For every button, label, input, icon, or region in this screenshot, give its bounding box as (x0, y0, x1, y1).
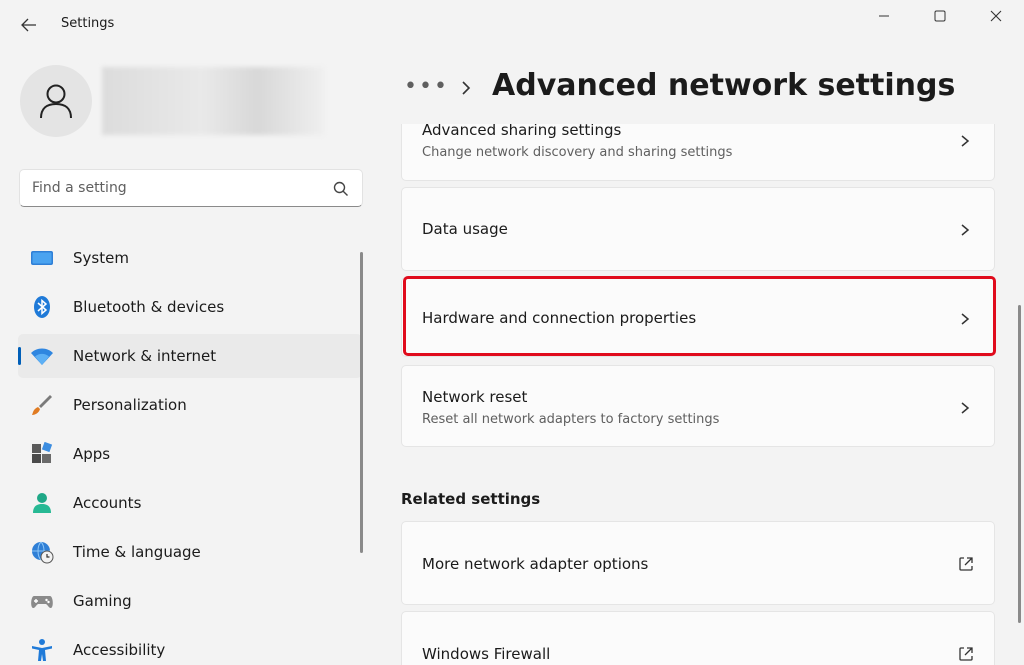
chevron-right-icon (462, 81, 471, 95)
sidebar-scrollbar[interactable] (360, 252, 363, 553)
card-windows-firewall[interactable]: Windows Firewall (401, 611, 995, 665)
sidebar-item-label: Apps (73, 445, 111, 463)
title-bar: Settings (0, 0, 1024, 50)
wifi-icon (31, 348, 53, 365)
close-button[interactable] (968, 0, 1024, 32)
paintbrush-icon (32, 395, 52, 415)
external-link-icon (959, 557, 973, 571)
external-link-icon (959, 647, 973, 661)
globe-clock-icon (32, 541, 54, 564)
minimize-button[interactable] (856, 0, 912, 32)
app-title: Settings (61, 16, 115, 31)
card-subtitle: Change network discovery and sharing set… (422, 145, 733, 160)
chevron-right-icon (961, 135, 970, 147)
sidebar-item-apps[interactable]: Apps (18, 432, 362, 476)
sidebar-item-bluetooth[interactable]: Bluetooth & devices (18, 285, 362, 329)
bluetooth-icon (34, 296, 50, 318)
sidebar-item-label: Gaming (73, 592, 132, 610)
card-title: Hardware and connection properties (422, 309, 697, 327)
accessibility-icon (32, 639, 52, 661)
card-data-usage[interactable]: Data usage (401, 187, 995, 271)
sidebar-item-accounts[interactable]: Accounts (18, 481, 362, 525)
sidebar-item-system[interactable]: System (18, 236, 362, 280)
sidebar-item-accessibility[interactable]: Accessibility (18, 628, 362, 665)
maximize-button[interactable] (912, 0, 968, 32)
card-title: Network reset (422, 388, 528, 406)
sidebar-item-personalization[interactable]: Personalization (18, 383, 362, 427)
card-title: Data usage (422, 220, 508, 238)
sidebar-item-label: System (73, 249, 129, 267)
search-box[interactable] (19, 169, 363, 207)
chevron-right-icon (961, 402, 970, 414)
sidebar-item-label: Bluetooth & devices (73, 298, 225, 316)
maximize-icon (934, 10, 946, 22)
selection-indicator (18, 347, 21, 365)
minimize-icon (879, 15, 889, 17)
sidebar-item-label: Personalization (73, 396, 187, 414)
card-subtitle: Reset all network adapters to factory se… (422, 412, 720, 427)
settings-list: Advanced sharing settings Change network… (400, 124, 1000, 665)
back-button[interactable] (14, 10, 44, 40)
gamepad-icon (31, 596, 53, 609)
chevron-right-icon (961, 313, 970, 325)
apps-icon (32, 442, 53, 463)
card-advanced-sharing[interactable]: Advanced sharing settings Change network… (401, 124, 995, 181)
main-scrollbar[interactable] (1018, 305, 1021, 623)
card-title: Windows Firewall (422, 645, 551, 663)
card-hardware-connection-properties[interactable]: Hardware and connection properties (401, 277, 995, 357)
search-icon[interactable] (332, 180, 350, 198)
sidebar-item-label: Accounts (73, 494, 142, 512)
sidebar-item-time-language[interactable]: Time & language (18, 530, 362, 574)
monitor-icon (31, 251, 53, 265)
sidebar-nav: System Bluetooth & devices Network & int… (18, 236, 362, 665)
sidebar-item-network[interactable]: Network & internet (18, 334, 362, 378)
card-more-network-adapter-options[interactable]: More network adapter options (401, 521, 995, 605)
related-settings-heading: Related settings (401, 490, 541, 508)
profile-name-redacted (102, 67, 324, 135)
chevron-right-icon (961, 224, 970, 236)
person-icon (40, 84, 72, 119)
sidebar-item-label: Network & internet (73, 347, 217, 365)
breadcrumb-more-button[interactable]: ••• (404, 74, 449, 99)
sidebar-item-label: Accessibility (73, 641, 166, 659)
page-title: Advanced network settings (492, 68, 956, 103)
person-icon (33, 493, 51, 513)
card-title: More network adapter options (422, 555, 649, 573)
card-title: Advanced sharing settings (422, 124, 622, 139)
card-network-reset[interactable]: Network reset Reset all network adapters… (401, 365, 995, 447)
sidebar-item-gaming[interactable]: Gaming (18, 579, 362, 623)
search-input[interactable] (32, 178, 332, 198)
sidebar-item-label: Time & language (73, 543, 201, 561)
avatar[interactable] (20, 65, 92, 137)
close-icon (990, 10, 1002, 22)
arrow-left-icon (21, 18, 36, 32)
